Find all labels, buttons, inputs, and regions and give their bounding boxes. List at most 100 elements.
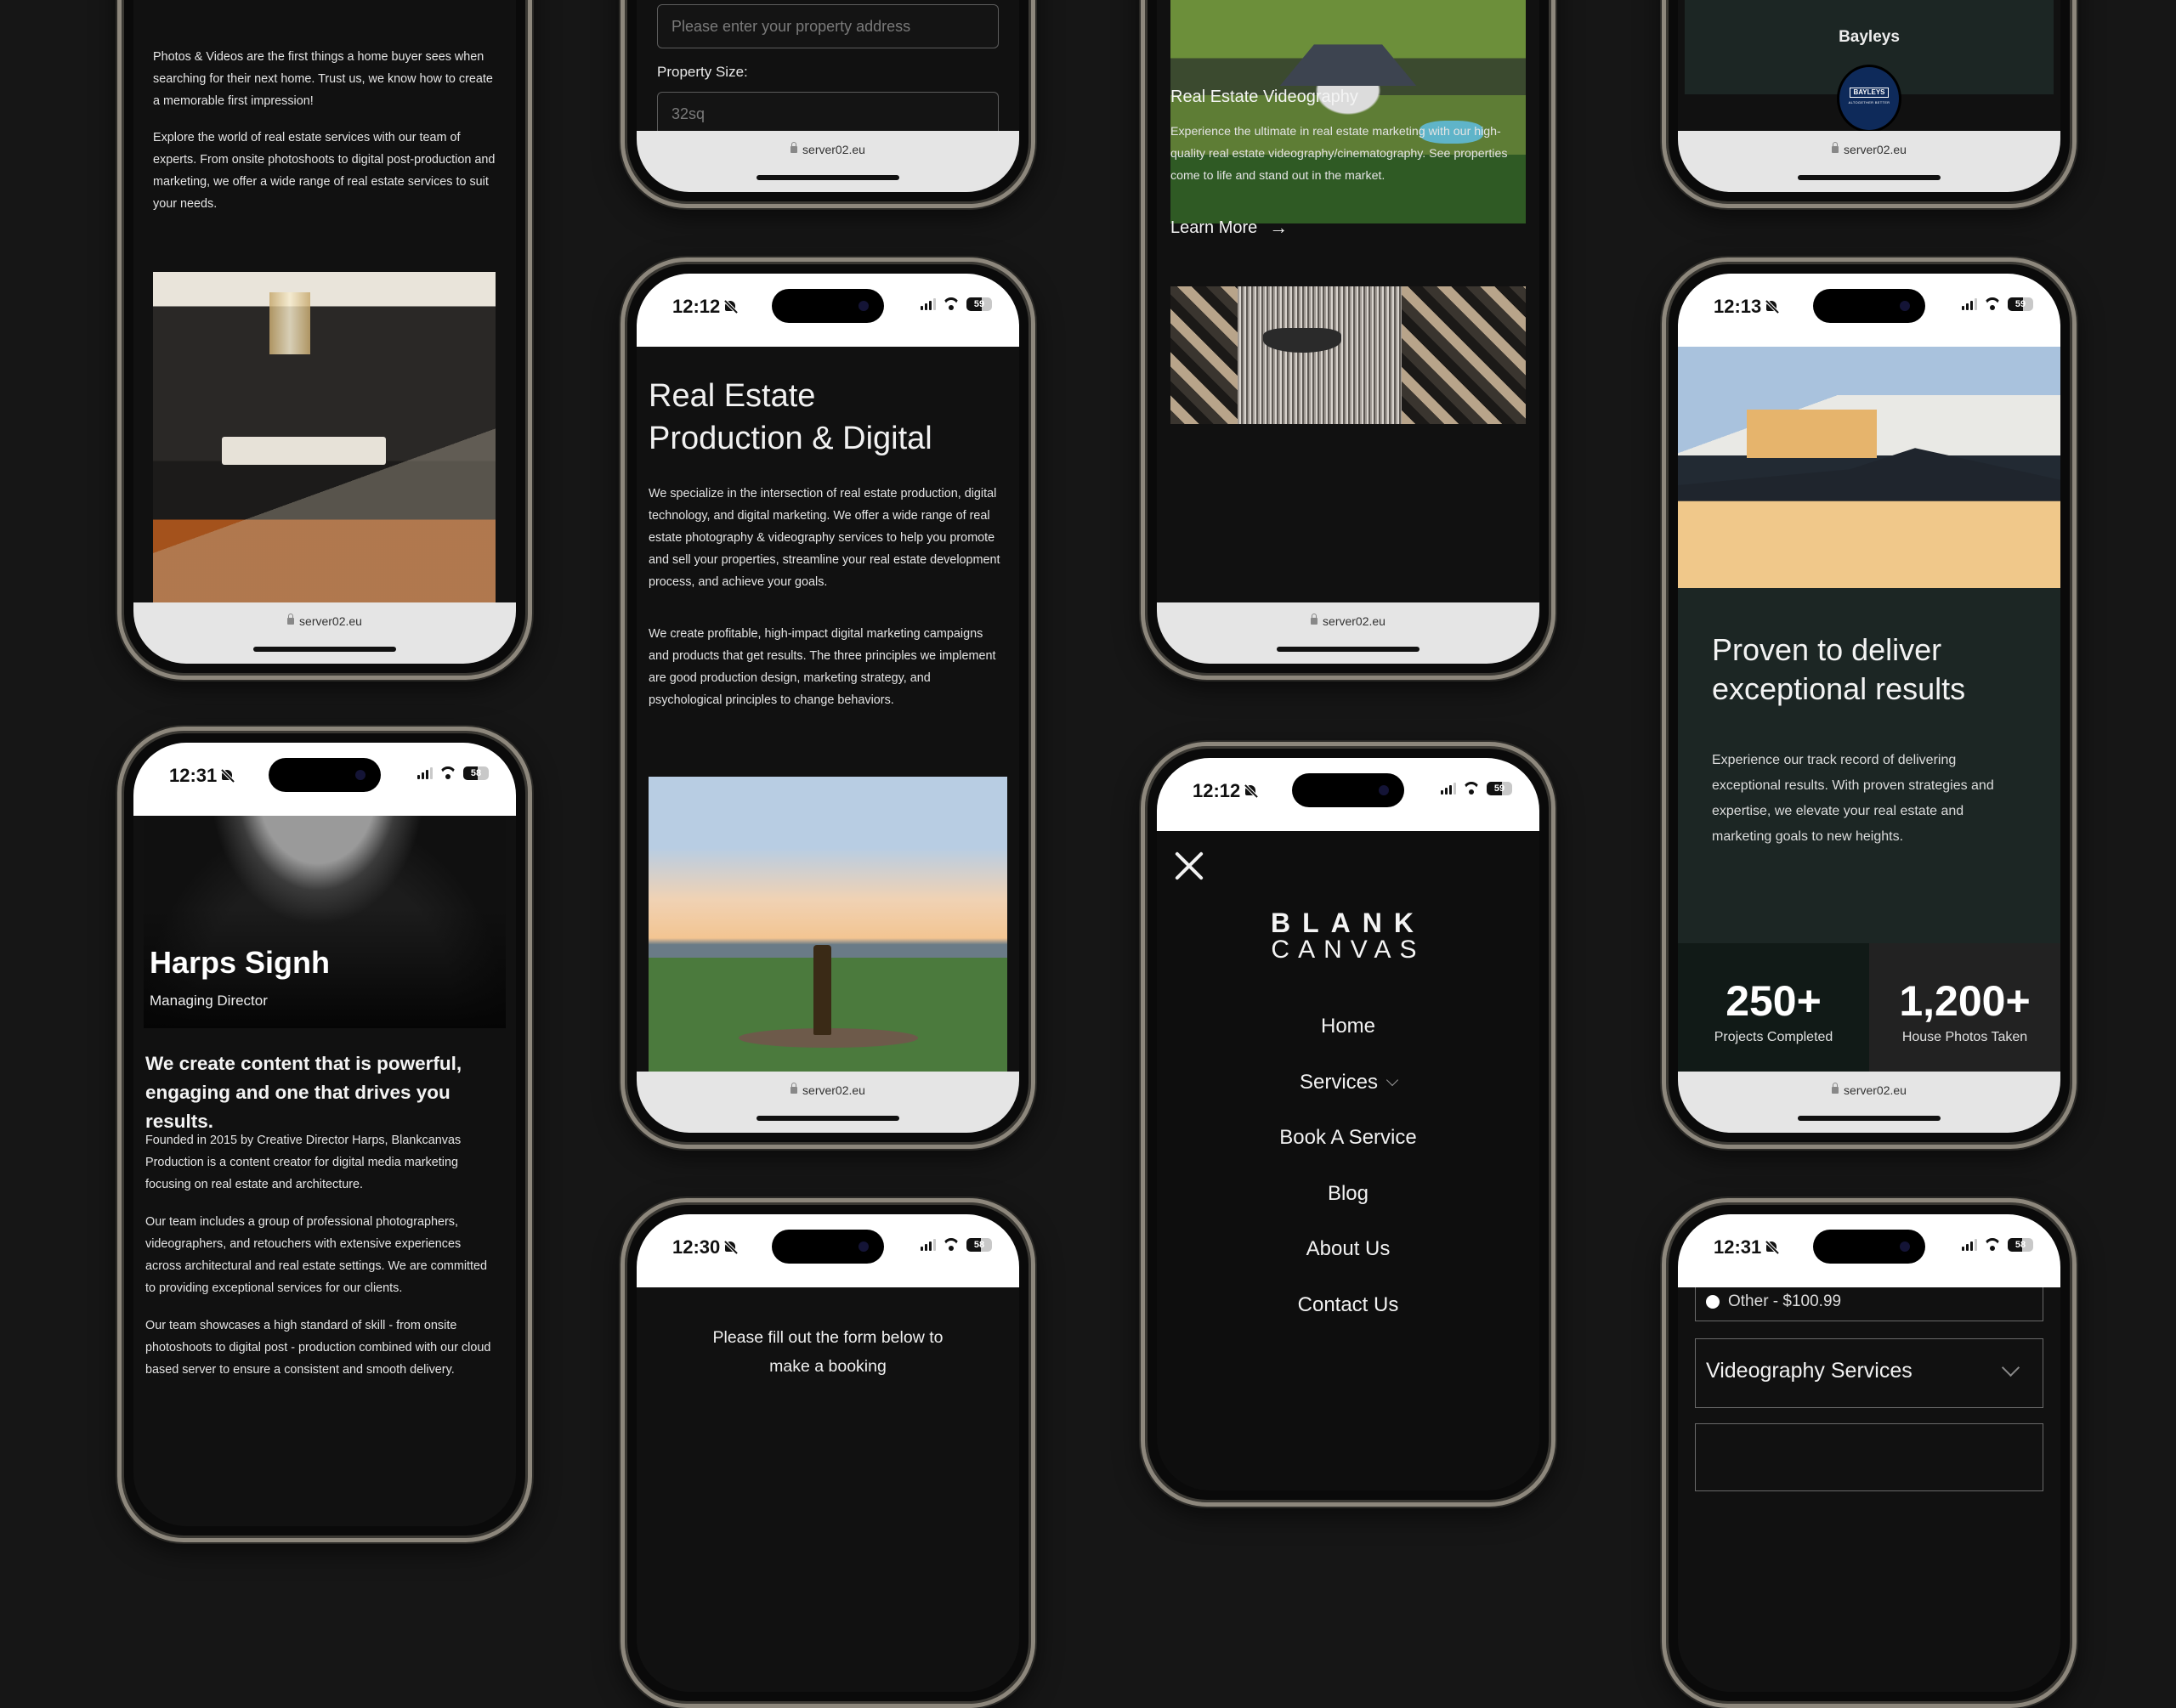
stat-label: Projects Completed xyxy=(1714,1030,1833,1044)
phone-mockup-menu: 12:12 59 BLANK CANVAS Home Services Book… xyxy=(1141,742,1556,1507)
stat-projects: 250+ Projects Completed xyxy=(1678,943,1869,1077)
stat-photos: 1,200+ House Photos Taken xyxy=(1869,943,2060,1077)
cellular-signal-icon xyxy=(1962,298,1977,310)
lock-icon xyxy=(1832,142,1839,154)
menu-item-services[interactable]: Services xyxy=(1157,1071,1539,1094)
logo-line2: CANVAS xyxy=(1271,936,1425,964)
home-indicator[interactable] xyxy=(756,1116,899,1121)
battery-icon: 59 xyxy=(966,297,992,311)
browser-url-bar[interactable]: server02.eu xyxy=(637,131,1019,192)
next-form-field[interactable] xyxy=(1695,1423,2043,1491)
property-address-input[interactable]: Please enter your property address xyxy=(657,4,999,48)
silent-bell-icon xyxy=(1765,299,1778,314)
aerial-house-photo xyxy=(1170,0,1526,223)
battery-level: 59 xyxy=(973,299,985,309)
radio-button[interactable] xyxy=(1706,1295,1720,1309)
menu-item-blog[interactable]: Blog xyxy=(1157,1182,1539,1206)
team-member-role: Managing Director xyxy=(150,993,268,1009)
menu-item-contact-us[interactable]: Contact Us xyxy=(1157,1293,1539,1317)
cellular-signal-icon xyxy=(1441,783,1456,795)
menu-item-home[interactable]: Home xyxy=(1157,1015,1539,1038)
battery-icon: 58 xyxy=(2008,1238,2033,1252)
home-indicator[interactable] xyxy=(756,175,899,180)
team-paragraph: Our team showcases a high standard of sk… xyxy=(145,1319,491,1377)
lock-icon xyxy=(1311,614,1318,625)
blank-canvas-logo[interactable]: BLANK CANVAS xyxy=(1157,909,1539,964)
home-indicator[interactable] xyxy=(253,647,396,652)
art-wall-photo xyxy=(1170,286,1526,424)
menu-item-label: Contact Us xyxy=(1297,1293,1399,1316)
phone-mockup-team: 12:31 58 Harps Signh Managing Director W… xyxy=(117,727,532,1542)
home-indicator[interactable] xyxy=(1798,1116,1941,1121)
lock-icon xyxy=(790,1083,798,1094)
team-paragraph: Founded in 2015 by Creative Director Har… xyxy=(145,1134,462,1191)
wifi-icon xyxy=(1984,1238,2001,1252)
wifi-icon xyxy=(943,1238,960,1252)
results-title: Proven to deliver exceptional results xyxy=(1712,632,1966,706)
home-indicator[interactable] xyxy=(1277,647,1420,652)
phone-screen: Bayleys BAYLEYS ALTOGETHER BETTER server… xyxy=(1678,0,2060,192)
browser-url-bar[interactable]: server02.eu xyxy=(637,1072,1019,1133)
learn-more-link[interactable]: Learn More → xyxy=(1170,217,1288,239)
menu-item-book-a-service[interactable]: Book A Service xyxy=(1157,1126,1539,1150)
home-indicator[interactable] xyxy=(1798,175,1941,180)
status-time: 12:31 xyxy=(169,765,218,786)
silent-bell-icon xyxy=(1765,1240,1778,1255)
balcony-sunset-photo xyxy=(649,777,1007,1100)
wifi-icon xyxy=(439,766,456,780)
stat-value: 250+ xyxy=(1726,977,1822,1025)
phone-mockup-results: 12:13 59 Proven to deliver exceptional r… xyxy=(1662,257,2077,1149)
radio-option-label: Other - $100.99 xyxy=(1728,1292,1842,1310)
arrow-right-icon: → xyxy=(1269,217,1289,238)
battery-icon: 59 xyxy=(1487,782,1512,795)
menu-item-label: Home xyxy=(1320,1015,1376,1038)
silent-bell-icon xyxy=(723,1240,737,1255)
status-time: 12:12 xyxy=(672,296,721,317)
radio-option-other[interactable]: Other - $100.99 xyxy=(1706,1292,1841,1311)
menu-item-label: Blog xyxy=(1327,1182,1369,1205)
close-menu-icon[interactable] xyxy=(1172,849,1206,883)
url-text: server02.eu xyxy=(802,143,865,156)
battery-level: 58 xyxy=(973,1240,985,1250)
phone-mockup-form: Please enter your property address Prope… xyxy=(620,0,1035,208)
status-bar: 12:31 58 xyxy=(133,743,516,816)
browser-url-bar[interactable]: server02.eu xyxy=(133,602,516,664)
silent-bell-icon xyxy=(1244,783,1257,799)
browser-url-bar[interactable]: server02.eu xyxy=(1678,131,2060,192)
service-type-select[interactable]: Videography Services xyxy=(1695,1338,2043,1408)
bayleys-logo[interactable]: BAYLEYS ALTOGETHER BETTER xyxy=(1837,65,1901,133)
phone-screen: Please enter your property address Prope… xyxy=(637,0,1019,192)
status-time: 12:31 xyxy=(1714,1236,1762,1258)
results-description: Experience our track record of deliverin… xyxy=(1712,753,1994,844)
bayleys-logo-tagline: ALTOGETHER BETTER xyxy=(1848,100,1890,105)
battery-icon: 59 xyxy=(2008,297,2033,311)
status-time: 12:30 xyxy=(672,1236,721,1258)
browser-url-bar[interactable]: server02.eu xyxy=(1157,602,1539,664)
status-time: 12:13 xyxy=(1714,296,1762,317)
page-title-line: Real Estate xyxy=(649,378,816,414)
cellular-signal-icon xyxy=(417,767,433,779)
browser-url-bar[interactable]: server02.eu xyxy=(1678,1072,2060,1133)
lock-icon xyxy=(1832,1083,1839,1094)
phone-mockup-booking-form: Other - $100.99 Videography Services 12:… xyxy=(1662,1198,2077,1708)
status-bar: 12:12 59 xyxy=(637,274,1019,347)
phone-mockup-booking: 12:30 58 Please fill out the form below … xyxy=(620,1198,1035,1708)
client-name: Bayleys xyxy=(1839,28,1900,46)
phone-screen: Other - $100.99 Videography Services 12:… xyxy=(1678,1214,2060,1692)
dynamic-island xyxy=(772,289,884,323)
url-text: server02.eu xyxy=(1844,1083,1907,1097)
url-text: server02.eu xyxy=(299,614,362,628)
intro-paragraph: We create profitable, high-impact digita… xyxy=(649,627,996,707)
silent-bell-icon xyxy=(220,768,234,783)
menu-item-about-us[interactable]: About Us xyxy=(1157,1237,1539,1261)
battery-level: 59 xyxy=(1493,783,1505,794)
phone-mockup-intro: 12:12 59 Real Estate Production & Digita… xyxy=(620,257,1035,1149)
bayleys-logo-text: BAYLEYS xyxy=(1850,88,1889,98)
dynamic-island xyxy=(1813,1230,1925,1264)
property-size-input[interactable]: 32sq xyxy=(657,92,999,136)
wifi-icon xyxy=(1984,297,2001,311)
intro-paragraph: We specialize in the intersection of rea… xyxy=(649,487,1000,589)
service-description: Experience the ultimate in real estate m… xyxy=(1170,125,1508,183)
select-value: Videography Services xyxy=(1706,1359,1912,1383)
dynamic-island xyxy=(1813,289,1925,323)
